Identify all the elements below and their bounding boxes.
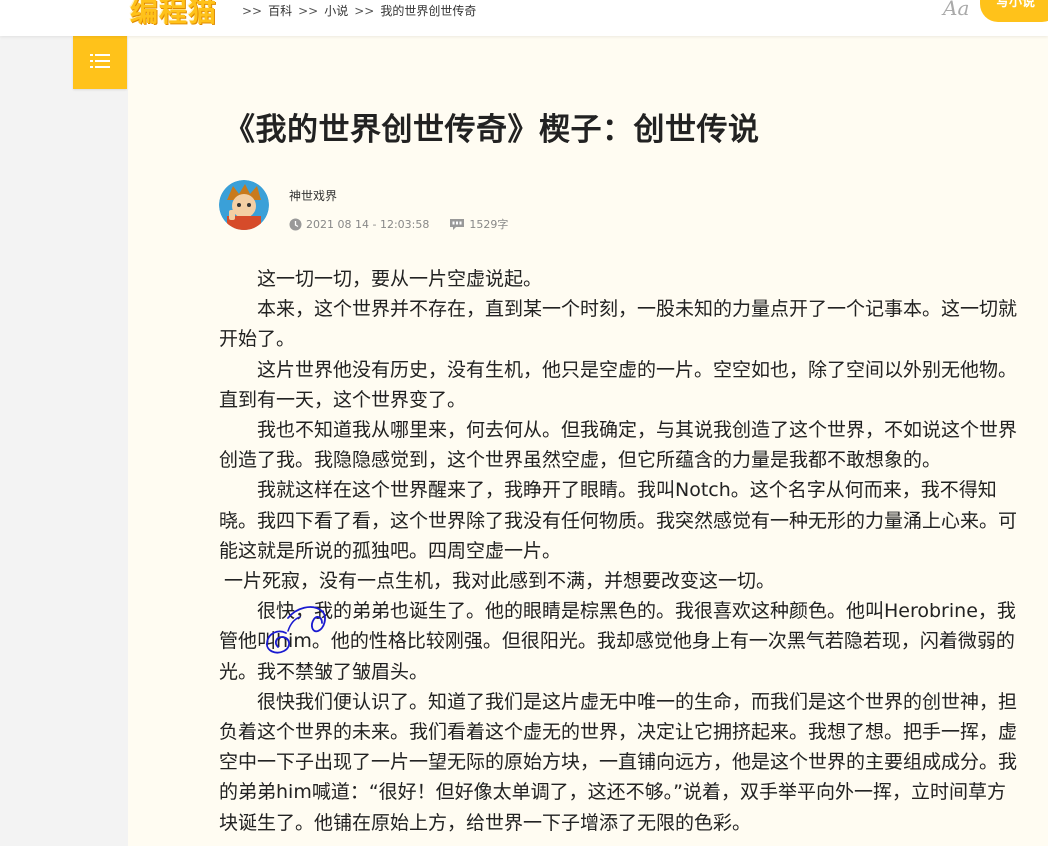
clock-icon (289, 218, 302, 231)
paragraph: 本来，这个世界并不存在，直到某一个时刻，一股未知的力量点开了一个记事本。这一切就… (219, 298, 1018, 351)
menu-button[interactable] (73, 36, 127, 89)
paragraph: 一片死寂，没有一点生机，我对此感到不满，并想要改变这一切。 (224, 570, 776, 593)
avatar[interactable] (219, 180, 269, 230)
write-novel-label: 写小说 (996, 0, 1036, 10)
breadcrumb-item-baike[interactable]: 百科 (268, 2, 292, 19)
word-count: 1529字 (469, 218, 509, 231)
breadcrumb-item-novel[interactable]: 小说 (324, 2, 348, 19)
author-name[interactable]: 神世戏界 (289, 187, 337, 204)
font-size-toggle[interactable]: Aa (943, 0, 969, 20)
paragraph: 这片世界他没有历史，没有生机，他只是空虚的一片。空空如也，除了空间以外别无他物。… (219, 358, 1018, 411)
paragraph: 我就这样在这个世界醒来了，我睁开了眼睛。我叫Notch。这个名字从何而来，我不得… (219, 479, 1018, 562)
write-novel-button[interactable]: 写小说 (980, 0, 1048, 22)
paragraph: 这一切一切，要从一片空虚说起。 (257, 268, 543, 290)
word-count-icon (449, 218, 465, 231)
article-title: 《我的世界创世传奇》楔子：创世传说 (224, 112, 760, 148)
publish-date: 2021 08 14 - 12:03:58 (306, 217, 430, 231)
menu-icon (90, 53, 110, 72)
paragraph: 很快我们便认识了。知道了我们是这片虚无中唯一的生命，而我们是这个世界的创世神，担… (219, 690, 1018, 834)
breadcrumb-item-book[interactable]: 我的世界创世传奇 (380, 2, 476, 19)
top-bar: 编程猫 >> 百科 >> 小说 >> 我的世界创世传奇 Aa 写小说 (0, 0, 1048, 36)
article-content: 这一切一切，要从一片空虚说起。 本来，这个世界并不存在，直到某一个时刻，一股未知… (219, 264, 1022, 838)
paragraph: 我也不知道我从哪里来，何去何从。但我确定，与其说我创造了这个世界，不如说这个世界… (219, 419, 1018, 472)
paragraph: 很快，我的弟弟也诞生了。他的眼睛是棕黑色的。我很喜欢这种颜色。他叫Herobri… (219, 600, 1016, 683)
site-logo[interactable]: 编程猫 (130, 0, 217, 30)
article-meta: 2021 08 14 - 12:03:58 1529字 (289, 216, 508, 232)
breadcrumb-separator: >> (298, 3, 319, 18)
breadcrumb: >> 百科 >> 小说 >> 我的世界创世传奇 (242, 2, 476, 19)
breadcrumb-separator: >> (242, 3, 263, 18)
breadcrumb-separator: >> (354, 3, 375, 18)
